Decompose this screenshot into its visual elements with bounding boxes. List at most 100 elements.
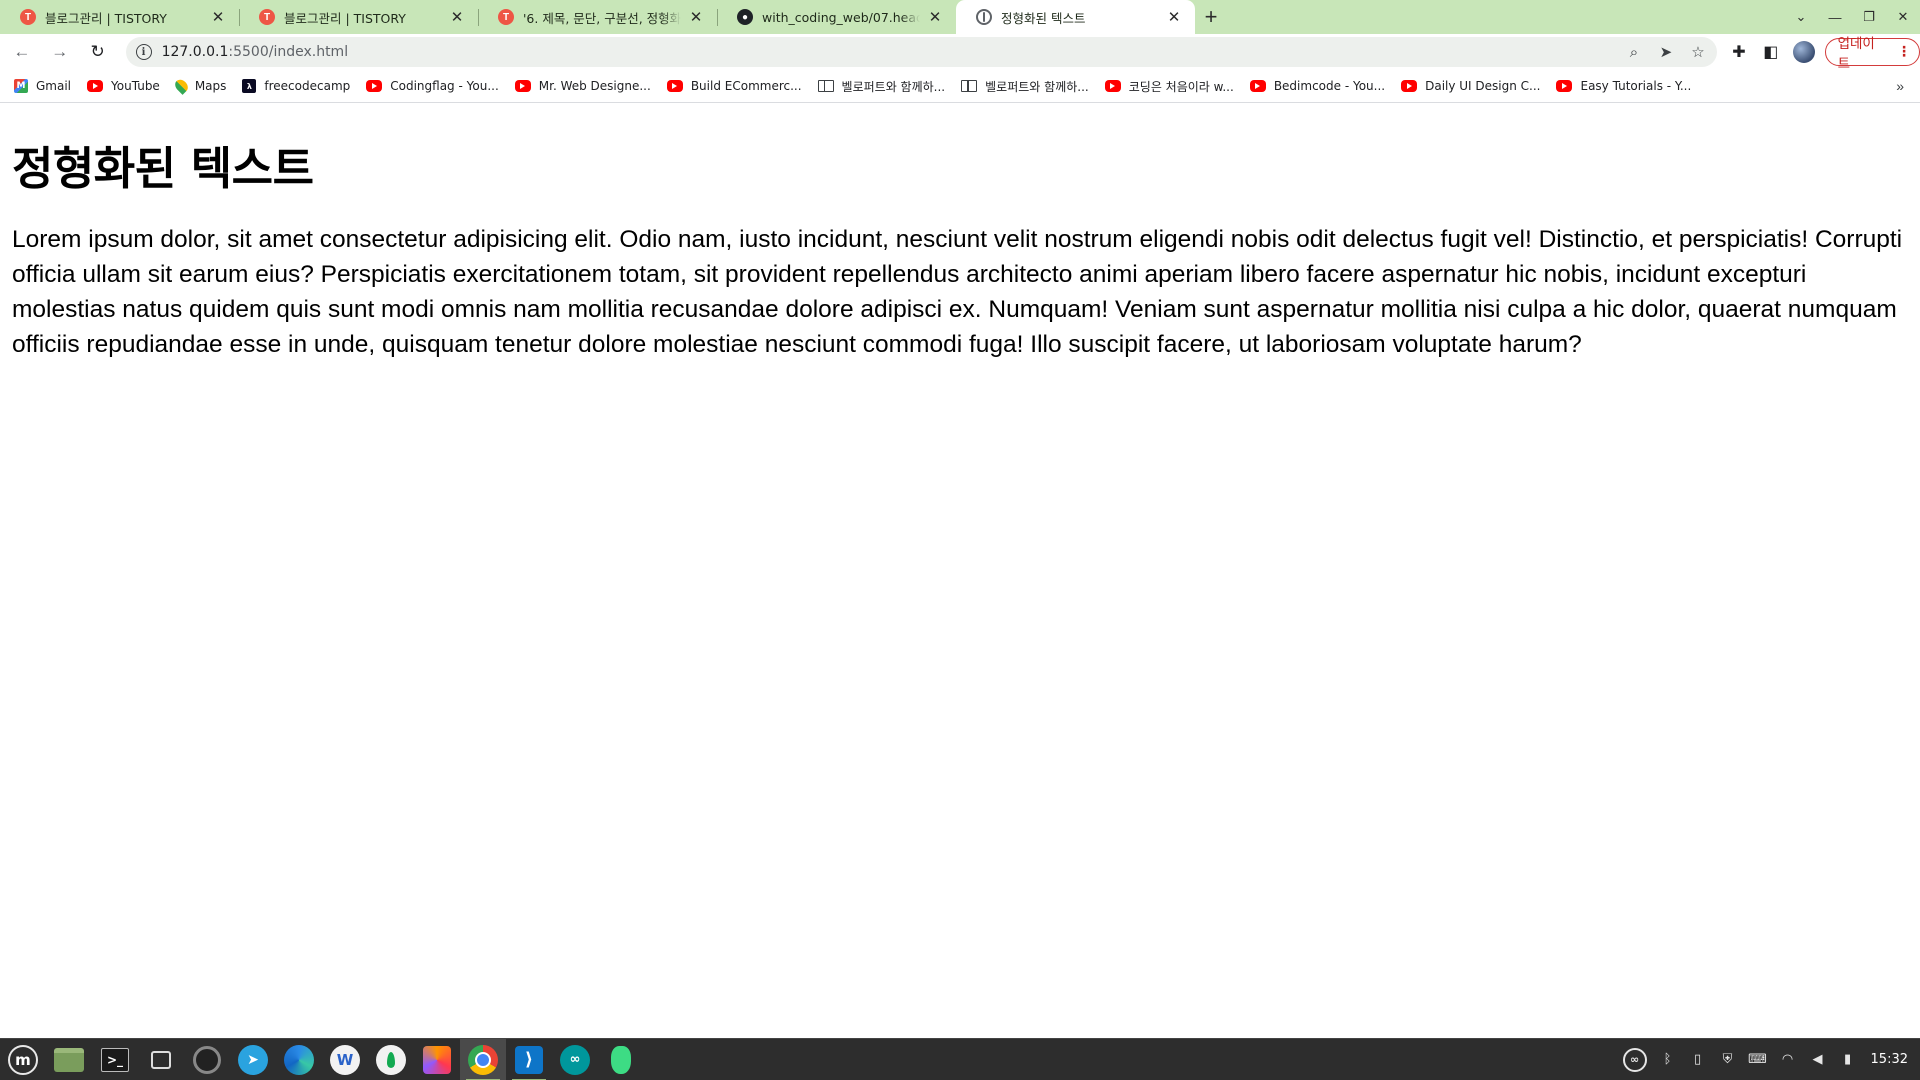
bookmark-velopert-1[interactable]: 벨로퍼트와 함께하... <box>817 73 962 99</box>
close-icon[interactable]: ✕ <box>209 8 227 26</box>
firefox-icon <box>423 1045 451 1074</box>
bookmark-codingflag[interactable]: Codingflag - You... <box>366 73 515 99</box>
update-button[interactable]: 업데이트 ⋮ <box>1824 36 1920 72</box>
bookmark-coding-first[interactable]: 코딩은 처음이라 w... <box>1104 73 1250 99</box>
bookmark-label: 벨로퍼트와 함께하... <box>841 79 946 94</box>
tab-tistory-post[interactable]: T '6. 제목, 문단, 구분선, 정형화된 텍 ✕ <box>478 0 717 34</box>
bookmark-youtube[interactable]: YouTube <box>87 73 176 99</box>
chrome-launcher[interactable] <box>460 1038 506 1080</box>
back-icon[interactable]: ← <box>6 36 38 68</box>
android-studio-launcher[interactable] <box>598 1039 644 1080</box>
bookmarks-overflow-icon[interactable]: » <box>1896 78 1904 94</box>
globe-icon <box>976 9 992 25</box>
bookmark-label: 코딩은 처음이라 w... <box>1128 79 1234 94</box>
cloud-sync-icon[interactable]: ∞ <box>1622 1047 1647 1072</box>
minimize-icon[interactable]: — <box>1818 0 1852 34</box>
firefox-launcher[interactable] <box>414 1039 460 1080</box>
bookmark-daily-ui[interactable]: Daily UI Design C... <box>1401 73 1556 99</box>
url-text[interactable]: 127.0.0.1:5500/index.html <box>162 44 349 60</box>
wifi-icon[interactable]: ◠ <box>1779 1051 1797 1069</box>
youtube-icon <box>1556 80 1573 92</box>
close-window-icon[interactable]: ✕ <box>1886 0 1920 34</box>
youtube-icon <box>666 80 683 92</box>
bookmark-build-ecommerce[interactable]: Build ECommerc... <box>666 73 818 99</box>
reload-icon[interactable]: ↻ <box>82 36 114 68</box>
page-viewport: 정형화된 텍스트 Lorem ipsum dolor, sit amet con… <box>0 104 1920 1038</box>
close-icon[interactable]: ✕ <box>1165 8 1183 26</box>
close-icon[interactable]: ✕ <box>926 8 944 26</box>
bookmark-mr-web-designer[interactable]: Mr. Web Designe... <box>514 73 667 99</box>
menu-dots-icon: ⋮ <box>1896 44 1911 60</box>
bookmark-velopert-2[interactable]: 벨로퍼트와 함께하... <box>961 73 1105 99</box>
bookmark-label: Daily UI Design C... <box>1425 79 1541 93</box>
tab-tistory-1[interactable]: T 블로그관리 | TISTORY ✕ <box>0 0 239 34</box>
wps-icon: W <box>330 1044 360 1075</box>
page-paragraph: Lorem ipsum dolor, sit amet consectetur … <box>12 226 1903 358</box>
bluetooth-icon[interactable]: ᛒ <box>1659 1051 1677 1069</box>
arduino-icon: ∞ <box>560 1044 590 1075</box>
bookmark-label: YouTube <box>111 79 160 93</box>
send-icon[interactable]: ➤ <box>1657 43 1675 61</box>
tab-search-icon[interactable]: ⌄ <box>1784 0 1818 34</box>
tab-title: 정형화된 텍스트 <box>1001 10 1086 26</box>
bookmark-label: Easy Tutorials - Y... <box>1580 79 1692 93</box>
address-bar[interactable]: i 127.0.0.1:5500/index.html ⌕ ➤ ☆ <box>125 37 1717 67</box>
youtube-icon <box>1104 80 1121 92</box>
wps-launcher[interactable]: W <box>322 1039 368 1080</box>
tab-tistory-2[interactable]: T 블로그관리 | TISTORY ✕ <box>239 0 478 34</box>
page-title: 정형화된 텍스트 <box>12 142 314 195</box>
bookmark-freecodecamp[interactable]: λ freecodecamp <box>242 73 366 99</box>
bookmark-star-icon[interactable]: ☆ <box>1689 43 1707 61</box>
bookmark-label: Bedimcode - You... <box>1273 79 1386 93</box>
bookmark-label: Build ECommerc... <box>690 79 802 93</box>
taskbar: m >_ ➤ W ⟩ ∞ ∞ ᛒ ▯ ⛨ ⌨ ◠ ◀ ▮ 15:32 <box>0 1038 1920 1080</box>
url-path: :5500/index.html <box>228 44 349 60</box>
clock[interactable]: 15:32 <box>1871 1052 1908 1067</box>
mongodb-launcher[interactable] <box>368 1039 414 1080</box>
obs-icon <box>193 1045 221 1074</box>
youtube-icon <box>366 80 383 92</box>
mint-menu-icon: m <box>8 1044 38 1075</box>
bookmark-easy-tutorials[interactable]: Easy Tutorials - Y... <box>1556 73 1707 99</box>
arduino-launcher[interactable]: ∞ <box>552 1039 598 1080</box>
telegram-launcher[interactable]: ➤ <box>230 1039 276 1080</box>
bookmark-label: freecodecamp <box>264 79 351 93</box>
terminal-launcher[interactable]: >_ <box>92 1039 138 1080</box>
book-icon <box>817 80 834 92</box>
side-panel-icon[interactable]: ◧ <box>1755 36 1787 68</box>
vscode-launcher[interactable]: ⟩ <box>506 1039 552 1080</box>
profile-avatar[interactable] <box>1792 41 1815 63</box>
bookmark-bedimcode[interactable]: Bedimcode - You... <box>1249 73 1401 99</box>
files-launcher[interactable] <box>46 1039 92 1080</box>
close-icon[interactable]: ✕ <box>448 8 466 26</box>
bookmark-maps[interactable]: Maps <box>172 73 243 99</box>
maps-icon <box>172 77 191 95</box>
shield-icon[interactable]: ⛨ <box>1719 1051 1737 1069</box>
new-tab-button[interactable]: + <box>1195 0 1227 34</box>
extensions-icon[interactable]: ✚ <box>1723 36 1755 68</box>
freecodecamp-icon: λ <box>242 79 257 93</box>
youtube-icon <box>1249 80 1266 92</box>
system-tray: ∞ ᛒ ▯ ⛨ ⌨ ◠ ◀ ▮ 15:32 <box>1622 1039 1920 1080</box>
battery-icon[interactable]: ▮ <box>1839 1051 1857 1069</box>
youtube-icon <box>514 80 531 92</box>
restore-icon[interactable]: ❐ <box>1852 0 1886 34</box>
tab-active[interactable]: 정형화된 텍스트 ✕ <box>956 0 1195 34</box>
clipboard-icon[interactable]: ▯ <box>1689 1051 1707 1069</box>
mint-menu-button[interactable]: m <box>0 1039 46 1080</box>
youtube-icon <box>87 80 104 92</box>
gmail-icon: M <box>14 79 28 93</box>
volume-icon[interactable]: ◀ <box>1809 1051 1827 1069</box>
close-icon[interactable]: ✕ <box>687 8 705 26</box>
android-studio-icon <box>611 1045 631 1074</box>
forward-icon[interactable]: → <box>44 36 76 68</box>
keyboard-icon[interactable]: ⌨ <box>1748 1051 1767 1069</box>
site-info-icon[interactable]: i <box>135 44 152 60</box>
bookmark-gmail[interactable]: M Gmail <box>14 73 87 99</box>
tab-github[interactable]: ● with_coding_web/07.heading ✕ <box>717 0 956 34</box>
bookmark-label: Gmail <box>36 79 72 93</box>
obs-launcher[interactable] <box>184 1039 230 1080</box>
folder-launcher[interactable] <box>138 1039 184 1080</box>
edge-launcher[interactable] <box>276 1039 322 1080</box>
zoom-icon[interactable]: ⌕ <box>1625 43 1643 61</box>
